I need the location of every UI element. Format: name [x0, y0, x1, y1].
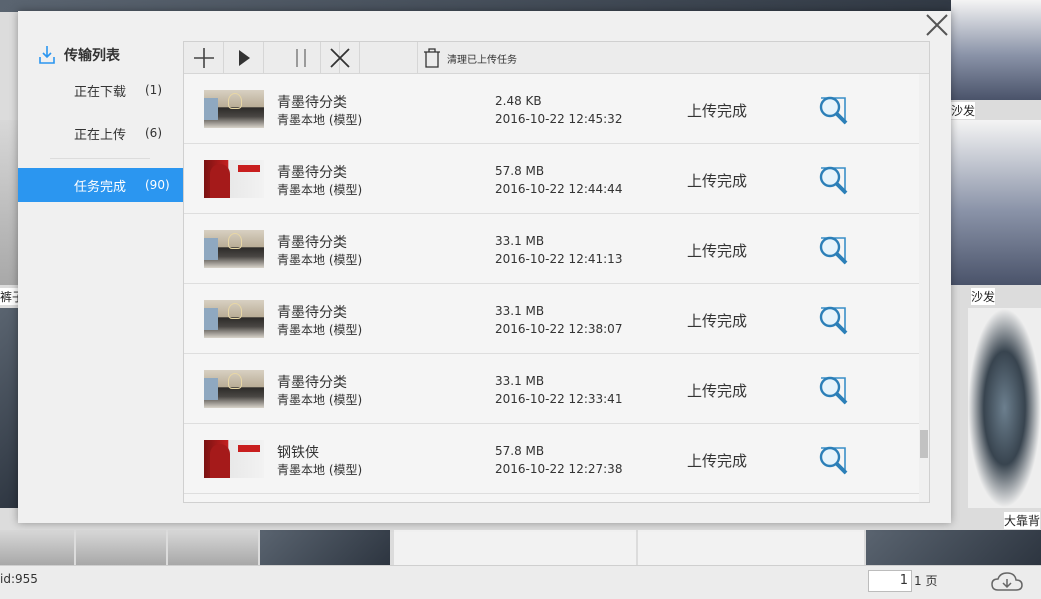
gallery-tile[interactable] [0, 120, 18, 285]
task-time: 2016-10-22 12:33:41 [495, 392, 623, 406]
sidebar-title-text: 传输列表 [64, 48, 120, 64]
task-time: 2016-10-22 12:38:07 [495, 322, 623, 336]
thumbnail [204, 160, 264, 198]
gallery-tile[interactable] [951, 0, 1041, 100]
sidebar: 传输列表 正在下载 (1) 正在上传 (6) 任务完成 (90) [18, 11, 183, 523]
sidebar-title: 传输列表 [38, 45, 120, 65]
gallery-tile[interactable] [638, 530, 864, 565]
gallery-tile[interactable] [951, 120, 1041, 285]
transfer-dialog: 传输列表 正在下载 (1) 正在上传 (6) 任务完成 (90) 清理已上传任务… [18, 11, 951, 523]
thumbnail [204, 300, 264, 338]
transfer-row[interactable]: 青墨待分类 青墨本地 (模型) 2.48 KB 2016-10-22 12:45… [184, 74, 919, 144]
task-size: 2.48 KB [495, 94, 542, 108]
status-bar: id:955 1 1 页 [0, 565, 1041, 599]
task-name: 钢铁侠 [277, 445, 319, 461]
view-magnifier-icon[interactable] [816, 373, 850, 407]
x-icon [330, 48, 350, 68]
task-size: 33.1 MB [495, 234, 545, 248]
gallery-tile[interactable] [394, 530, 636, 565]
sidebar-item-count: (90) [145, 178, 170, 192]
task-status: 上传完成 [687, 242, 748, 260]
close-icon[interactable] [924, 12, 950, 38]
transfer-list: 青墨待分类 青墨本地 (模型) 2.48 KB 2016-10-22 12:45… [184, 74, 919, 502]
task-name: 青墨待分类 [277, 165, 347, 181]
gallery-tile[interactable] [0, 308, 18, 508]
sidebar-item-label: 任务完成 [74, 179, 127, 195]
clear-uploaded-label: 清理已上传任务 [447, 54, 517, 66]
view-magnifier-icon[interactable] [816, 163, 850, 197]
clear-uploaded-button[interactable]: 清理已上传任务 [417, 42, 517, 74]
task-size: 57.8 MB [495, 444, 545, 458]
task-name: 青墨待分类 [277, 235, 347, 251]
start-button[interactable] [224, 42, 264, 74]
sidebar-item-downloading[interactable]: 正在下载 (1) [18, 73, 183, 107]
task-time: 2016-10-22 12:27:38 [495, 462, 623, 476]
transfer-row[interactable]: 青墨待分类 青墨本地 (模型) 33.1 MB 2016-10-22 12:38… [184, 284, 919, 354]
task-time: 2016-10-22 12:41:13 [495, 252, 623, 266]
view-magnifier-icon[interactable] [816, 93, 850, 127]
sidebar-item-count: (6) [145, 126, 162, 140]
sidebar-item-count: (1) [145, 83, 162, 97]
pause-icon [296, 49, 306, 67]
page-number-input[interactable]: 1 [868, 570, 912, 592]
gallery-label: 沙发 [971, 288, 996, 305]
toolbar: 清理已上传任务 [184, 42, 929, 74]
task-size: 33.1 MB [495, 374, 545, 388]
task-size: 57.8 MB [495, 164, 545, 178]
task-name: 青墨待分类 [277, 375, 347, 391]
thumbnail [204, 370, 264, 408]
plus-icon [193, 48, 214, 68]
task-status: 上传完成 [687, 312, 748, 330]
thumbnail [204, 440, 264, 478]
gallery-label: 大靠背 [1004, 512, 1041, 529]
thumbnail [204, 230, 264, 268]
view-magnifier-icon[interactable] [816, 233, 850, 267]
gallery-tile[interactable] [968, 308, 1041, 508]
id-text: id:955 [0, 572, 38, 586]
gallery-tile[interactable] [76, 530, 166, 565]
task-source: 青墨本地 (模型) [277, 253, 363, 267]
sidebar-item-label: 正在上传 [74, 127, 127, 143]
scrollbar-thumb[interactable] [920, 430, 928, 458]
sidebar-item-label: 正在下载 [74, 84, 127, 100]
gallery-tile[interactable] [168, 530, 258, 565]
gallery-tile[interactable] [260, 530, 390, 565]
task-status: 上传完成 [687, 172, 748, 190]
sidebar-divider [50, 158, 150, 159]
view-magnifier-icon[interactable] [816, 303, 850, 337]
task-source: 青墨本地 (模型) [277, 463, 363, 477]
task-status: 上传完成 [687, 382, 748, 400]
task-source: 青墨本地 (模型) [277, 113, 363, 127]
task-status: 上传完成 [687, 452, 748, 470]
sidebar-item-uploading[interactable]: 正在上传 (6) [18, 116, 183, 150]
task-source: 青墨本地 (模型) [277, 393, 363, 407]
page-total: 1 页 [914, 574, 938, 588]
list-scrollbar[interactable] [919, 74, 929, 502]
download-icon [39, 46, 55, 64]
task-time: 2016-10-22 12:45:32 [495, 112, 623, 126]
task-name: 青墨待分类 [277, 95, 347, 111]
gallery-tile[interactable] [0, 530, 74, 565]
view-magnifier-icon[interactable] [816, 443, 850, 477]
transfer-panel: 清理已上传任务 青墨待分类 青墨本地 (模型) 2.48 KB 2016-10-… [183, 41, 930, 503]
gallery-tile[interactable] [866, 530, 1041, 565]
trash-icon [424, 48, 440, 68]
task-name: 青墨待分类 [277, 305, 347, 321]
thumbnail [204, 90, 264, 128]
task-source: 青墨本地 (模型) [277, 183, 363, 197]
transfer-row[interactable]: 青墨待分类 青墨本地 (模型) 57.8 MB 2016-10-22 12:44… [184, 144, 919, 214]
transfer-row[interactable]: 青墨待分类 青墨本地 (模型) 33.1 MB 2016-10-22 12:33… [184, 354, 919, 424]
transfer-row[interactable]: 钢铁侠 青墨本地 (模型) 57.8 MB 2016-10-22 12:27:3… [184, 424, 919, 494]
gallery-label: 沙发 [951, 102, 976, 119]
task-status: 上传完成 [687, 102, 748, 120]
play-icon [238, 50, 250, 66]
task-time: 2016-10-22 12:44:44 [495, 182, 623, 196]
sidebar-item-completed[interactable]: 任务完成 (90) [18, 168, 183, 202]
task-size: 33.1 MB [495, 304, 545, 318]
cancel-button[interactable] [320, 42, 360, 74]
transfer-row[interactable]: 青墨待分类 青墨本地 (模型) 33.1 MB 2016-10-22 12:41… [184, 214, 919, 284]
cloud-download-icon[interactable] [990, 570, 1024, 594]
task-source: 青墨本地 (模型) [277, 323, 363, 337]
add-button[interactable] [184, 42, 224, 74]
